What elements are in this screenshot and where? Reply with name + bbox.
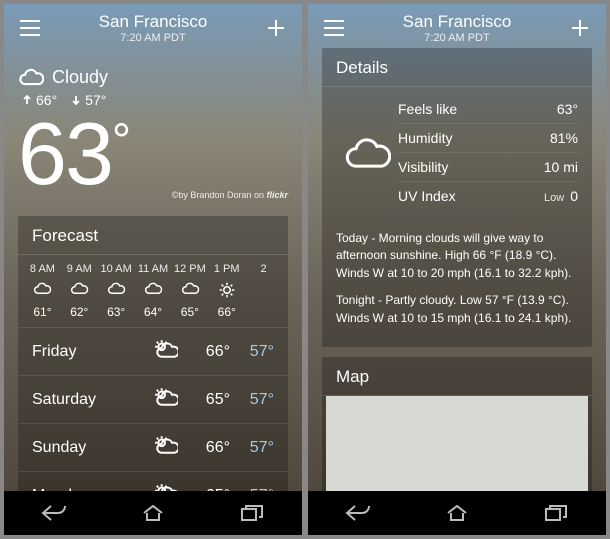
cloud-icon bbox=[336, 95, 398, 210]
cloud-icon bbox=[180, 281, 200, 299]
city-label: San Francisco bbox=[44, 12, 262, 32]
hour-time: 1 PM bbox=[208, 263, 245, 275]
recents-button[interactable] bbox=[541, 498, 571, 528]
forecast-title: Forecast bbox=[18, 216, 288, 255]
home-button[interactable] bbox=[442, 498, 472, 528]
photo-attribution: ©by Brandon Doran on flickr bbox=[18, 190, 288, 200]
daily-row[interactable]: Friday 66° 57° bbox=[18, 327, 288, 375]
cloud-icon bbox=[106, 281, 126, 299]
forecast-panel: Forecast 8 AM61°9 AM62°10 AM63°11 AM64°1… bbox=[18, 216, 288, 491]
daily-row[interactable]: Sunday 66° 57° bbox=[18, 423, 288, 471]
partly-cloudy-icon bbox=[152, 434, 178, 456]
home-button[interactable] bbox=[138, 498, 168, 528]
hour-time: 9 AM bbox=[61, 263, 98, 275]
hour-time: 10 AM bbox=[98, 263, 135, 275]
map-panel: Map bbox=[322, 357, 592, 491]
menu-icon[interactable] bbox=[320, 14, 348, 42]
cloud-icon bbox=[32, 281, 52, 299]
cloud-icon bbox=[69, 281, 89, 299]
city-label: San Francisco bbox=[348, 12, 566, 32]
detail-row-humidity: Humidity 81% bbox=[398, 124, 578, 153]
condition-text: Cloudy bbox=[52, 67, 108, 88]
details-panel: Details Feels like 63° Humidity 81% Visi bbox=[322, 48, 592, 347]
current-temp: 63° bbox=[18, 110, 288, 198]
map-area[interactable] bbox=[326, 396, 588, 491]
android-navbar bbox=[4, 491, 302, 535]
time-label: 7:20 AM PDT bbox=[44, 32, 262, 44]
day-low: 57° bbox=[230, 391, 274, 409]
partly-cloudy-icon bbox=[152, 386, 178, 408]
hour-temp: 63° bbox=[98, 305, 135, 319]
day-high: 66° bbox=[186, 343, 230, 361]
narrative-tonight: Tonight - Partly cloudy. Low 57 °F (13.9… bbox=[336, 292, 578, 327]
day-name: Saturday bbox=[32, 391, 152, 409]
hour-temp: 66° bbox=[208, 305, 245, 319]
hour-time: 12 PM bbox=[171, 263, 208, 275]
cloud-icon bbox=[143, 281, 163, 299]
day-high: 65° bbox=[186, 391, 230, 409]
day-name: Friday bbox=[32, 343, 152, 361]
hour-column: 2 bbox=[245, 263, 282, 319]
hour-column: 11 AM 64° bbox=[135, 263, 172, 319]
add-location-button[interactable] bbox=[566, 14, 594, 42]
sun-icon bbox=[217, 281, 237, 299]
forecast-narrative: Today - Morning clouds will give way to … bbox=[322, 220, 592, 347]
hourly-forecast[interactable]: 8 AM61°9 AM62°10 AM63°11 AM64°12 PM65°1 … bbox=[18, 255, 288, 327]
partly-cloudy-icon bbox=[152, 338, 178, 360]
menu-icon[interactable] bbox=[16, 14, 44, 42]
hour-time: 11 AM bbox=[135, 263, 172, 275]
phone-right: San Francisco 7:20 AM PDT Details Feels … bbox=[308, 4, 606, 535]
day-low: 57° bbox=[230, 439, 274, 457]
time-label: 7:20 AM PDT bbox=[348, 32, 566, 44]
day-low: 57° bbox=[230, 343, 274, 361]
cloud-icon bbox=[18, 66, 44, 88]
header: San Francisco 7:20 AM PDT bbox=[4, 4, 302, 48]
hour-temp: 64° bbox=[135, 305, 172, 319]
daily-row[interactable]: Saturday 65° 57° bbox=[18, 375, 288, 423]
hour-temp: 65° bbox=[171, 305, 208, 319]
recents-button[interactable] bbox=[237, 498, 267, 528]
detail-row-uv: UV Index Low0 bbox=[398, 182, 578, 210]
daily-row[interactable]: Monday 65° 57° bbox=[18, 471, 288, 491]
header: San Francisco 7:20 AM PDT bbox=[308, 4, 606, 48]
details-title: Details bbox=[322, 48, 592, 87]
hour-time: 8 AM bbox=[24, 263, 61, 275]
hour-temp: 62° bbox=[61, 305, 98, 319]
hour-column: 9 AM 62° bbox=[61, 263, 98, 319]
add-location-button[interactable] bbox=[262, 14, 290, 42]
hour-column: 10 AM 63° bbox=[98, 263, 135, 319]
hour-column: 12 PM 65° bbox=[171, 263, 208, 319]
narrative-today: Today - Morning clouds will give way to … bbox=[336, 230, 578, 282]
back-button[interactable] bbox=[343, 498, 373, 528]
current-conditions: Cloudy 66° 57° 63° ©by Brandon Doran on … bbox=[18, 48, 288, 216]
back-button[interactable] bbox=[39, 498, 69, 528]
map-title: Map bbox=[322, 357, 592, 396]
hour-time: 2 bbox=[245, 263, 282, 275]
phone-left: San Francisco 7:20 AM PDT Cloudy 66° 57°… bbox=[4, 4, 302, 535]
hour-column: 1 PM 66° bbox=[208, 263, 245, 319]
day-high: 66° bbox=[186, 439, 230, 457]
day-name: Sunday bbox=[32, 439, 152, 457]
detail-row-visibility: Visibility 10 mi bbox=[398, 153, 578, 182]
hour-column: 8 AM 61° bbox=[24, 263, 61, 319]
hour-temp: 61° bbox=[24, 305, 61, 319]
android-navbar bbox=[308, 491, 606, 535]
partly-cloudy-icon bbox=[152, 482, 178, 491]
detail-row-feels-like: Feels like 63° bbox=[398, 95, 578, 124]
daily-forecast: Friday 66° 57°Saturday 65° 57°Sunday 66°… bbox=[18, 327, 288, 491]
